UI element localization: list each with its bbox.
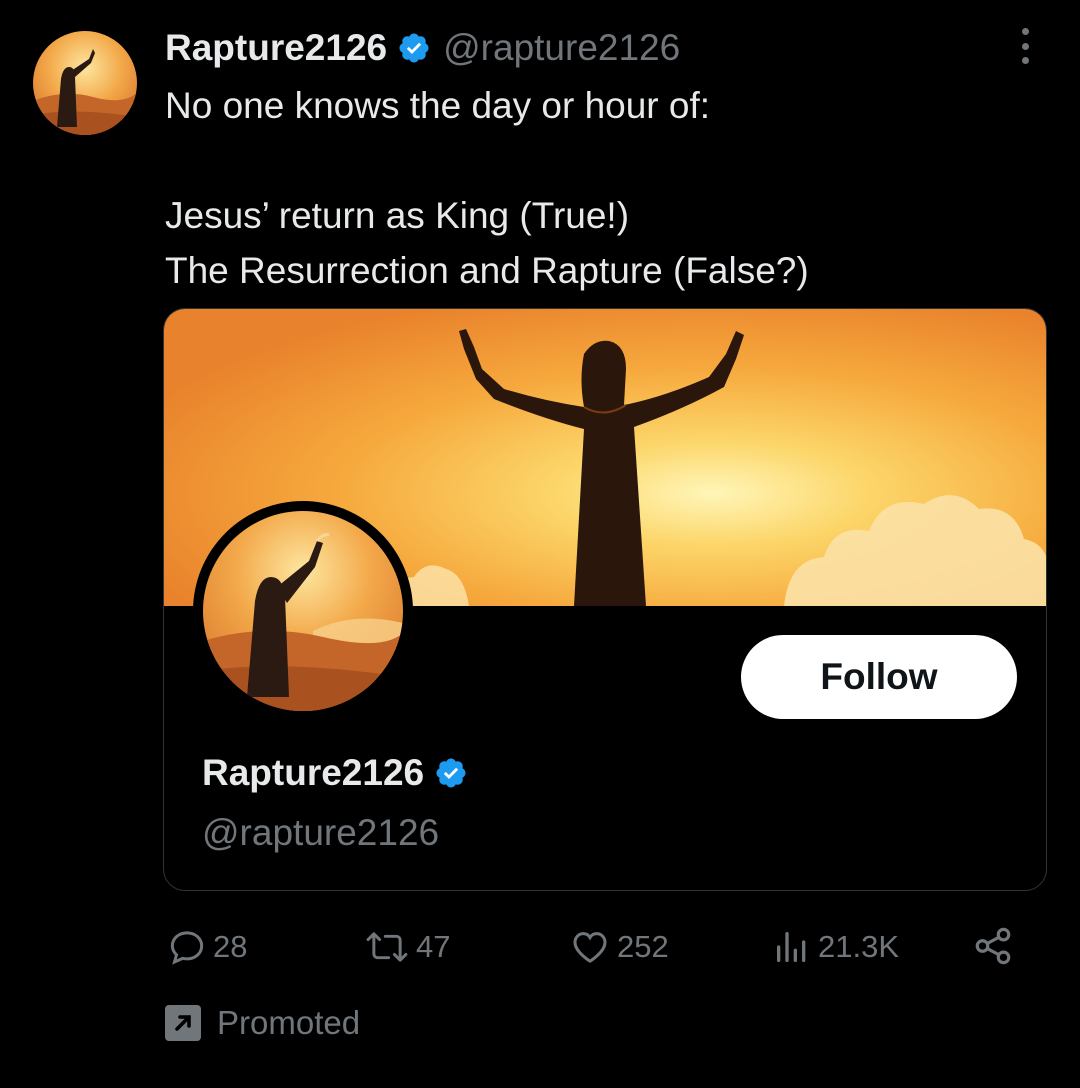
- reply-icon: [170, 931, 204, 965]
- tweet-line: The Resurrection and Rapture (False?): [165, 250, 809, 291]
- promoted-label: Promoted: [165, 1004, 360, 1042]
- author-avatar[interactable]: [33, 31, 137, 135]
- like-button[interactable]: 252: [569, 925, 669, 969]
- promoted-text: Promoted: [217, 1004, 361, 1041]
- repost-button[interactable]: 47: [364, 925, 450, 969]
- share-button[interactable]: [972, 925, 1014, 972]
- tweet-line: [165, 133, 1045, 188]
- views-icon: [777, 932, 806, 962]
- card-handle: @rapture2126: [202, 812, 440, 853]
- promoted-icon: [165, 1005, 201, 1041]
- author-handle[interactable]: @rapture2126: [443, 27, 680, 69]
- views-button[interactable]: 21.3K: [772, 925, 899, 969]
- more-options-icon[interactable]: [1010, 28, 1040, 64]
- card-display-name[interactable]: Rapture2126: [202, 752, 424, 794]
- tweet-line: No one knows the day or hour of:: [165, 85, 711, 126]
- reply-button[interactable]: 28: [167, 925, 247, 969]
- share-icon: [975, 927, 1011, 965]
- views-count: 21.3K: [818, 929, 900, 964]
- repost-icon: [366, 932, 408, 962]
- like-count: 252: [617, 929, 669, 964]
- verified-badge-icon: [436, 758, 466, 788]
- tweet-text: No one knows the day or hour of: Jesus’ …: [165, 78, 1045, 298]
- repost-count: 47: [416, 929, 451, 964]
- card-name-row: Rapture2126: [202, 752, 480, 794]
- reply-count: 28: [213, 929, 248, 964]
- follow-button[interactable]: Follow: [741, 635, 1017, 719]
- verified-badge-icon: [399, 33, 429, 63]
- like-icon: [573, 932, 607, 963]
- tweet-header: Rapture2126 @rapture2126: [165, 24, 680, 72]
- tweet-line: Jesus’ return as King (True!): [165, 195, 630, 236]
- card-avatar[interactable]: [193, 501, 413, 721]
- author-display-name[interactable]: Rapture2126: [165, 27, 387, 69]
